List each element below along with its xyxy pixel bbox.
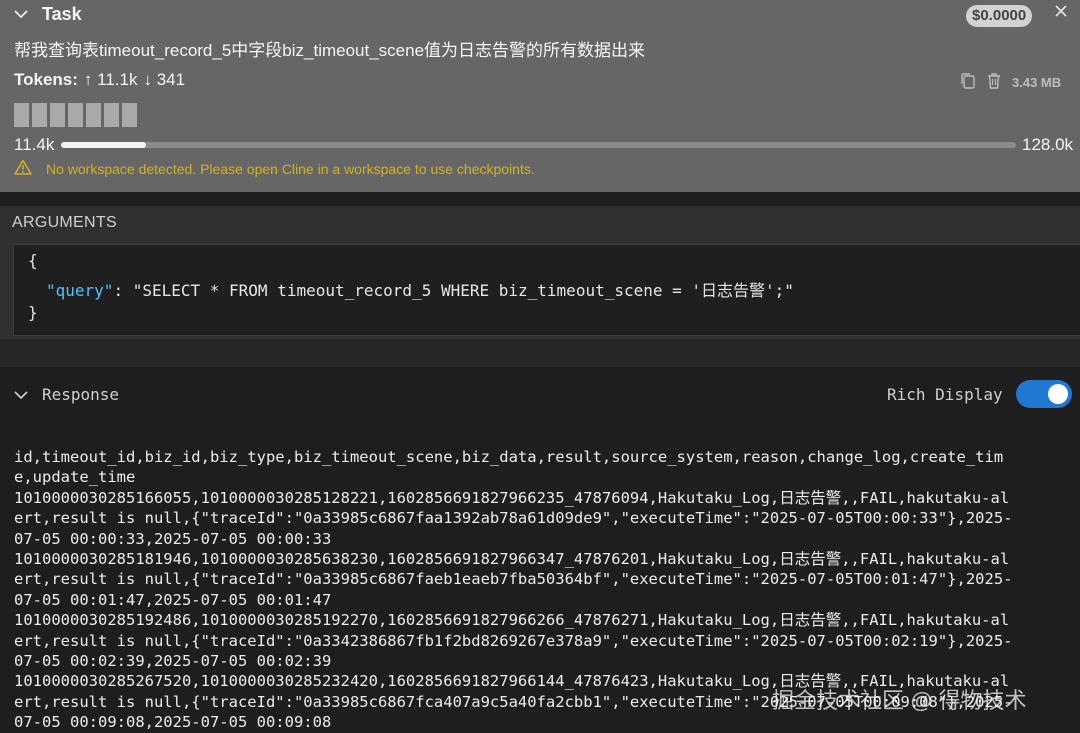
rich-display-toggle[interactable] [1016,380,1072,408]
json-value: "SELECT * FROM timeout_record_5 WHERE bi… [132,281,794,300]
response-line: ert,result is null,{"traceId":"0a33985c6… [14,509,1013,528]
watermark: 掘金技术社区 @ 得物技术 [772,688,1027,713]
arguments-code: { "query": "SELECT * FROM timeout_record… [13,244,1080,336]
open-brace: { [28,251,38,270]
response-line: 07-05 00:00:33,2025-07-05 00:00:33 [14,529,332,548]
response-line: 1010000030285166055,1010000030285128221,… [14,488,1010,507]
response-line: id,timeout_id,biz_id,biz_type,biz_timeou… [14,448,1004,466]
tokens-in: ↑ 11.1k [83,70,138,89]
trash-icon[interactable] [986,72,1002,93]
workspace-warning: No workspace detected. Please open Cline… [14,159,535,178]
task-tools: 3.43 MB [960,72,1061,93]
json-colon: : [113,281,133,300]
response-panel: Response Rich Display id,timeout_id,biz_… [0,367,1080,733]
chevron-down-icon[interactable] [14,6,34,24]
response-line: 07-05 00:02:39,2025-07-05 00:02:39 [14,652,332,671]
divider [0,339,1080,367]
rich-display-label: Rich Display [887,385,1003,404]
tokens-out: ↓ 341 [143,70,186,89]
response-line: 1010000030285192486,1010000030285192270,… [14,611,1010,630]
context-used: 11.4k [14,135,55,154]
response-label: Response [42,385,120,404]
response-header[interactable]: Response [14,385,119,404]
response-line: 07-05 00:09:08,2025-07-05 00:09:08 [14,713,332,732]
task-size: 3.43 MB [1012,75,1062,90]
close-icon[interactable] [1053,2,1069,25]
divider [0,192,1080,206]
response-line: ert,result is null,{"traceId":"0a3342386… [14,631,1013,650]
context-progress-fill [61,142,146,148]
query-line: "query": "SELECT * FROM timeout_record_5… [46,277,794,301]
arguments-panel: ARGUMENTS { "query": "SELECT * FROM time… [0,206,1080,339]
task-prompt: 帮我查询表timeout_record_5中字段biz_timeout_scen… [14,41,646,60]
copy-icon[interactable] [960,72,976,93]
context-progress-bar [61,142,1016,148]
task-panel: Task $0.0000 帮我查询表timeout_record_5中字段biz… [0,0,1080,192]
context-max: 128.0k [1022,135,1074,154]
token-blocks [14,103,137,127]
arguments-label: ARGUMENTS [12,214,117,231]
toggle-knob [1048,384,1068,404]
warning-icon [14,159,32,178]
response-line: e,update_time [14,468,136,487]
warning-text: No workspace detected. Please open Cline… [46,160,535,177]
task-header[interactable]: Task [14,4,82,25]
token-usage: Tokens: ↑ 11.1k ↓ 341 [14,70,185,90]
cost-badge: $0.0000 [966,5,1033,27]
json-key: "query" [46,281,114,300]
response-line: 07-05 00:01:47,2025-07-05 00:01:47 [14,590,332,609]
task-title: Task [42,4,82,24]
tokens-label: Tokens: [14,70,78,89]
response-line: 1010000030285181946,1010000030285638230,… [14,550,1010,569]
chevron-down-icon[interactable] [14,385,28,404]
close-brace: } [28,303,38,322]
response-line: ert,result is null,{"traceId":"0a33985c6… [14,570,1013,589]
